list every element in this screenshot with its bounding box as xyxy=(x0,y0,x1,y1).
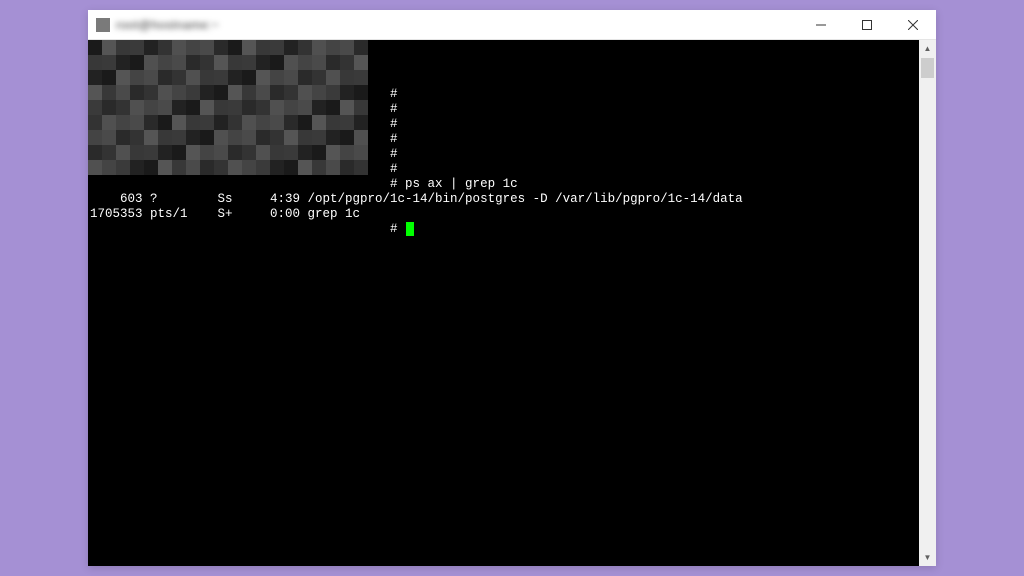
app-icon xyxy=(96,18,110,32)
scrollbar-thumb[interactable] xyxy=(921,58,934,78)
vertical-scrollbar[interactable]: ▲ ▼ xyxy=(919,40,936,566)
command-line: # ps ax | grep 1c xyxy=(88,177,919,192)
close-button[interactable] xyxy=(890,10,936,39)
terminal-area: # # # # # xyxy=(88,40,936,566)
maximize-button[interactable] xyxy=(844,10,890,39)
prompt-line: # xyxy=(88,132,919,147)
terminal-cursor xyxy=(406,222,414,236)
prompt-line: # xyxy=(88,87,919,102)
prompt-line: # xyxy=(88,102,919,117)
terminal-window: root@hostname:~ # xyxy=(88,10,936,566)
prompt-line: # xyxy=(88,117,919,132)
output-line: 1705353 pts/1 S+ 0:00 grep 1c xyxy=(88,207,919,222)
minimize-button[interactable] xyxy=(798,10,844,39)
scroll-down-arrow[interactable]: ▼ xyxy=(919,549,936,566)
output-line: 603 ? Ss 4:39 /opt/pgpro/1c-14/bin/postg… xyxy=(88,192,919,207)
window-controls xyxy=(798,10,936,39)
window-titlebar[interactable]: root@hostname:~ xyxy=(88,10,936,40)
cursor-line: # xyxy=(88,222,919,237)
prompt-line: # xyxy=(88,162,919,177)
titlebar-left: root@hostname:~ xyxy=(88,18,219,32)
terminal-output[interactable]: # # # # # xyxy=(88,40,919,566)
prompt-line: # xyxy=(88,147,919,162)
window-title: root@hostname:~ xyxy=(116,18,219,32)
scroll-up-arrow[interactable]: ▲ xyxy=(919,40,936,57)
